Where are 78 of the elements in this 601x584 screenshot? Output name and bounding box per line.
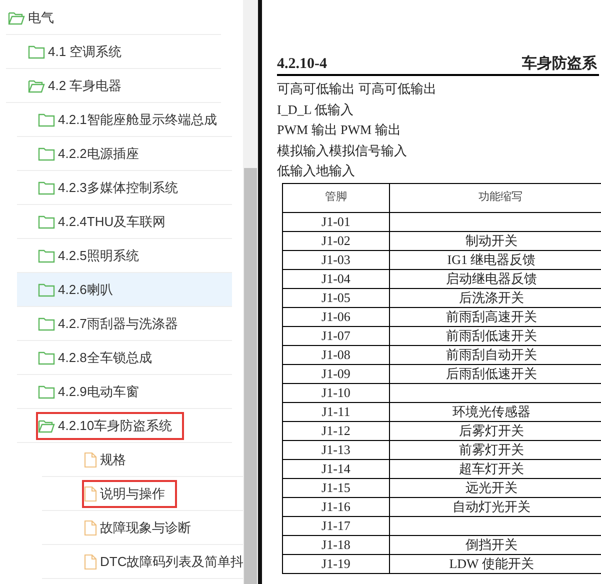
tree-item[interactable]: 4.2.8全车锁总成 bbox=[17, 341, 232, 375]
document-icon bbox=[84, 554, 97, 570]
tree-item[interactable]: 4.2 车身电器 bbox=[6, 69, 221, 103]
document-line: 可高可低输出 可高可低输出 bbox=[277, 80, 438, 98]
table-cell: 前雨刮自动开关 bbox=[390, 345, 601, 364]
table-cell: 后雨刮低速开关 bbox=[390, 364, 601, 383]
table-cell: J1-18 bbox=[282, 535, 390, 554]
tree-item-label: 4.2.10车身防盗系统 bbox=[58, 416, 172, 435]
table-cell: J1-04 bbox=[282, 269, 390, 288]
table-cell: J1-16 bbox=[282, 497, 390, 516]
table-cell: J1-02 bbox=[282, 231, 390, 250]
tree-item-label: 4.2.9电动车窗 bbox=[58, 382, 139, 401]
tree-item-label: 规格 bbox=[100, 450, 126, 469]
table-cell: J1-08 bbox=[282, 345, 390, 364]
document-icon bbox=[84, 452, 97, 468]
tree-item-label: 4.2.5照明系统 bbox=[58, 246, 139, 265]
tree-item-label: 4.2.1智能座舱显示终端总成 bbox=[58, 110, 217, 129]
table-cell: J1-12 bbox=[282, 421, 390, 440]
table-cell: 前雾灯开关 bbox=[390, 440, 601, 459]
tree-item-label: 4.2 车身电器 bbox=[48, 76, 122, 95]
tree-item[interactable]: 4.1 空调系统 bbox=[6, 35, 221, 69]
document-line: 模拟输入模拟信号输入 bbox=[277, 142, 408, 160]
tree-item[interactable]: 4.2.3多媒体控制系统 bbox=[17, 171, 232, 205]
column-header: 功能缩写 bbox=[390, 183, 601, 212]
tree-item-label: 4.2.2电源插座 bbox=[58, 144, 139, 163]
tree-item-label: 说明与操作 bbox=[100, 484, 165, 503]
table-cell: J1-11 bbox=[282, 402, 390, 421]
table-cell: 前雨刮高速开关 bbox=[390, 307, 601, 326]
table-cell: J1-14 bbox=[282, 459, 390, 478]
table-cell: J1-07 bbox=[282, 326, 390, 345]
tree-item[interactable]: 4.2.9电动车窗 bbox=[17, 375, 232, 409]
table-cell: J1-15 bbox=[282, 478, 390, 497]
tree-item[interactable]: 4.2.2电源插座 bbox=[17, 137, 232, 171]
tree-item-label: 4.2.6喇叭 bbox=[58, 280, 113, 299]
tree-item-label: 4.1 空调系统 bbox=[48, 42, 122, 61]
tree-item-label: 4.2.8全车锁总成 bbox=[58, 348, 152, 367]
tree-item[interactable]: 4.2.4THU及车联网 bbox=[17, 205, 232, 239]
table-cell: 启动继电器反馈 bbox=[390, 269, 601, 288]
table-cell: J1-09 bbox=[282, 364, 390, 383]
tree-item-label: 4.2.3多媒体控制系统 bbox=[58, 178, 178, 197]
tree-item-label: 4.2.7雨刮器与洗涤器 bbox=[58, 314, 178, 333]
tree-item[interactable]: 4.2.1智能座舱显示终端总成 bbox=[17, 103, 232, 137]
table-cell: 远光开关 bbox=[390, 478, 601, 497]
table-cell: IG1 继电器反馈 bbox=[390, 250, 601, 269]
table-cell: J1-17 bbox=[282, 516, 390, 535]
section-title: 车身防盗系 bbox=[522, 55, 598, 73]
table-cell: 环境光传感器 bbox=[390, 402, 601, 421]
table-cell: 制动开关 bbox=[390, 231, 601, 250]
tree-item-label: 故障现象与诊断 bbox=[100, 518, 191, 537]
table-cell: J1-03 bbox=[282, 250, 390, 269]
table-cell: 自动灯光开关 bbox=[390, 497, 601, 516]
table-cell: J1-13 bbox=[282, 440, 390, 459]
document-line: PWM 输出 PWM 输出 bbox=[277, 121, 402, 139]
tree-item[interactable]: 4.2.7雨刮器与洗涤器 bbox=[17, 307, 232, 341]
scrollbar[interactable] bbox=[243, 0, 258, 584]
tree-item[interactable]: 电气 bbox=[6, 1, 221, 35]
table-cell: 后洗涤开关 bbox=[390, 288, 601, 307]
table-cell: J1-01 bbox=[282, 212, 390, 231]
table-cell: 超车灯开关 bbox=[390, 459, 601, 478]
tree-item-label: 4.2.4THU及车联网 bbox=[58, 212, 166, 231]
document-line: 低输入地输入 bbox=[277, 162, 356, 180]
tree-item-label: DTC故障码列表及简单抖 bbox=[100, 552, 243, 571]
table-cell: J1-05 bbox=[282, 288, 390, 307]
tree-item[interactable]: 4.2.6喇叭 bbox=[17, 273, 232, 307]
document-icon bbox=[84, 486, 97, 502]
page-number: 4.2.10-4 bbox=[277, 55, 327, 73]
table-cell: LDW 使能开关 bbox=[390, 554, 601, 573]
table-cell: J1-10 bbox=[282, 383, 390, 402]
scrollbar-thumb[interactable] bbox=[244, 168, 257, 584]
table-cell: 后雾灯开关 bbox=[390, 421, 601, 440]
table-cell: J1-06 bbox=[282, 307, 390, 326]
document-line: I_D_L 低输入 bbox=[277, 100, 354, 118]
column-header: 管脚 bbox=[282, 183, 390, 212]
document-icon bbox=[84, 520, 97, 536]
table-cell: 倒挡开关 bbox=[390, 535, 601, 554]
table-cell: J1-19 bbox=[282, 554, 390, 573]
tree-item-label: 电气 bbox=[28, 8, 54, 27]
table-cell: 前雨刮低速开关 bbox=[390, 326, 601, 345]
